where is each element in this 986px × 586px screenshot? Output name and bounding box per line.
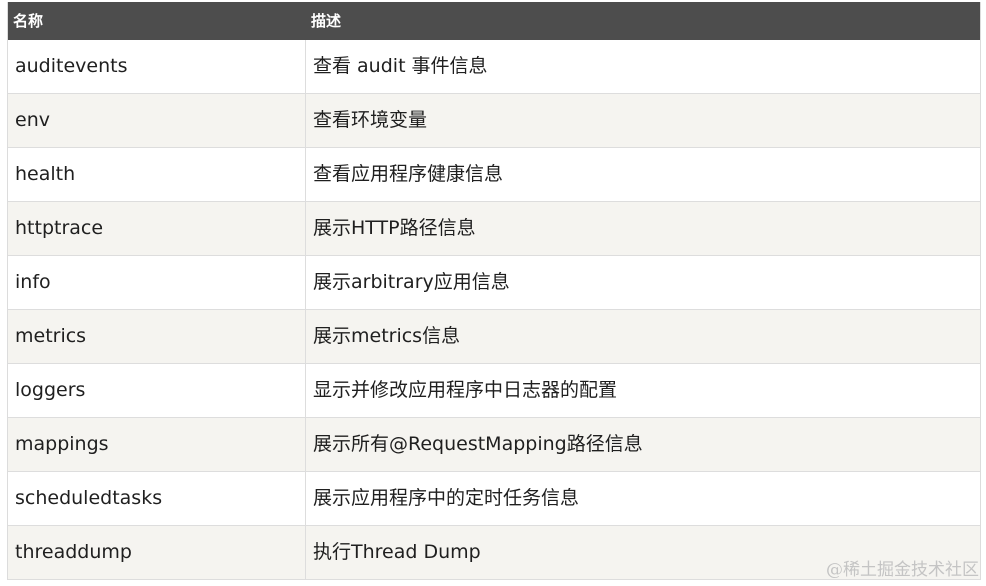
endpoint-description-cell: 展示metrics信息: [313, 325, 461, 347]
endpoint-name-cell: metrics: [8, 310, 306, 363]
endpoint-name-cell: loggers: [8, 364, 306, 417]
endpoint-description-cell: 展示所有@RequestMapping路径信息: [313, 433, 643, 455]
endpoint-name-cell: env: [8, 94, 306, 147]
table-row: auditevents 查看 audit 事件信息: [8, 40, 980, 94]
table-row: scheduledtasks 展示应用程序中的定时任务信息: [8, 472, 980, 526]
endpoint-name-cell: scheduledtasks: [8, 472, 306, 525]
header-name: 名称: [13, 12, 44, 30]
table-row: metrics 展示metrics信息: [8, 310, 980, 364]
endpoint-description-cell: 展示应用程序中的定时任务信息: [313, 487, 580, 509]
endpoint-description-cell: 查看 audit 事件信息: [313, 55, 488, 77]
watermark: @稀土掘金技术社区: [826, 560, 979, 580]
endpoint-description-cell: 显示并修改应用程序中日志器的配置: [313, 379, 618, 401]
table-row: mappings 展示所有@RequestMapping路径信息: [8, 418, 980, 472]
table-row: loggers 显示并修改应用程序中日志器的配置: [8, 364, 980, 418]
endpoint-description-cell: 展示arbitrary应用信息: [313, 271, 510, 293]
endpoint-name-cell: auditevents: [8, 40, 306, 93]
endpoint-name-cell: threaddump: [8, 526, 306, 579]
table-row: httptrace 展示HTTP路径信息: [8, 202, 980, 256]
endpoints-table: 名称 描述 auditevents 查看 audit 事件信息 env 查看环境变量 h…: [7, 2, 981, 580]
endpoint-description-cell: 展示HTTP路径信息: [313, 217, 476, 239]
endpoint-name-cell: mappings: [8, 418, 306, 471]
endpoint-description-cell: 查看环境变量: [313, 109, 428, 131]
endpoint-name-cell: httptrace: [8, 202, 306, 255]
endpoint-name-cell: info: [8, 256, 306, 309]
endpoint-description-cell: 查看应用程序健康信息: [313, 163, 504, 185]
table-row: health 查看应用程序健康信息: [8, 148, 980, 202]
endpoint-name-cell: health: [8, 148, 306, 201]
header-description: 描述: [311, 12, 342, 30]
table-row: info 展示arbitrary应用信息: [8, 256, 980, 310]
table-header: 名称 描述: [8, 2, 980, 40]
table-row: env 查看环境变量: [8, 94, 980, 148]
